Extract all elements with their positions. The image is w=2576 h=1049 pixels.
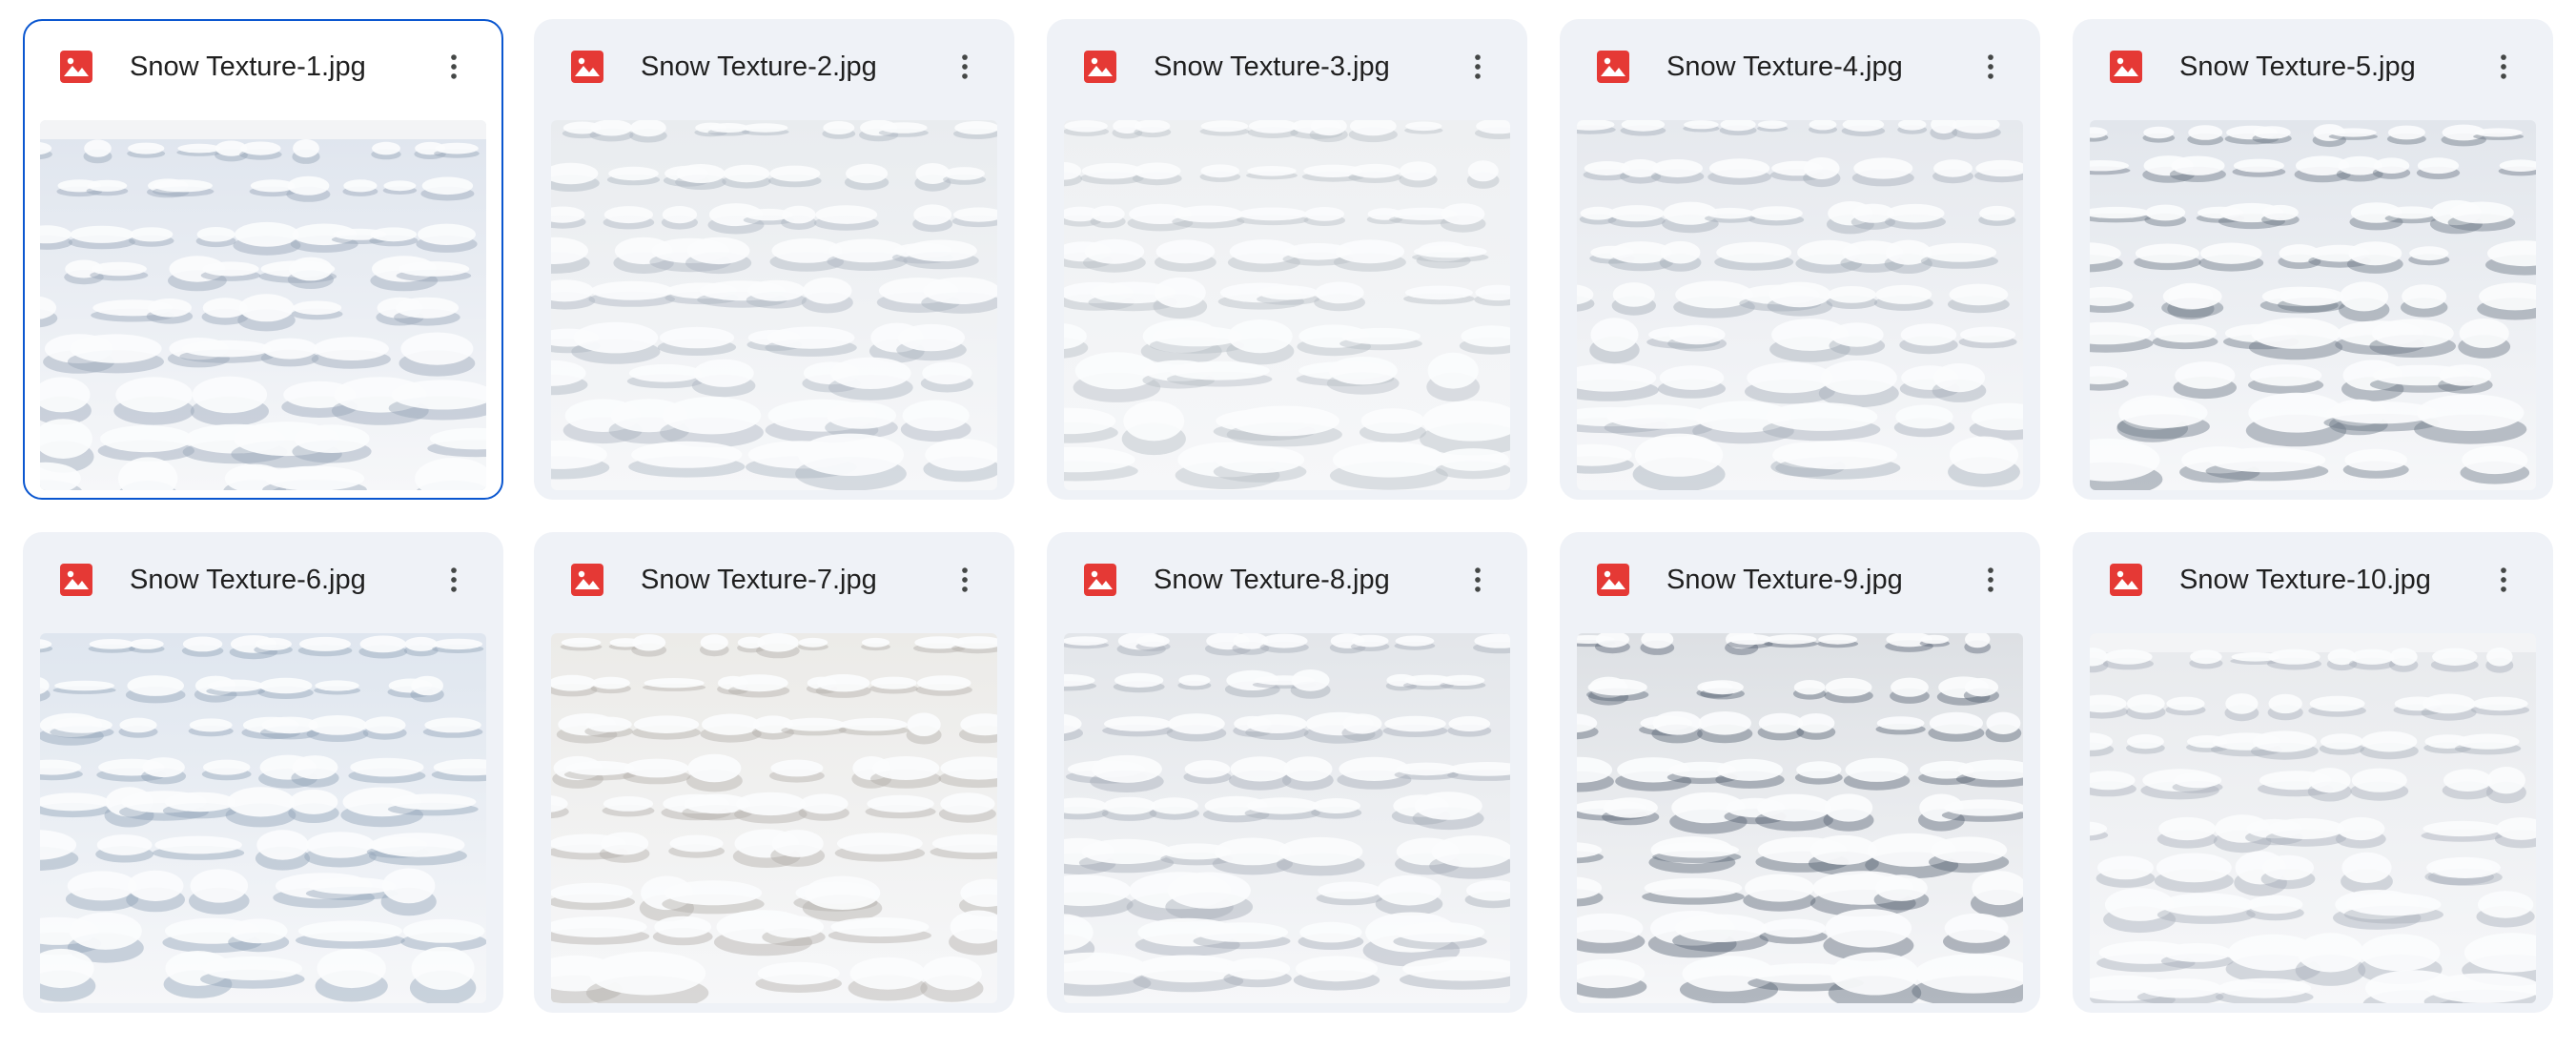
file-thumbnail[interactable] bbox=[2090, 120, 2536, 490]
file-card[interactable]: Snow Texture-2.jpg bbox=[534, 19, 1014, 500]
file-thumbnail[interactable] bbox=[40, 120, 486, 490]
image-file-icon bbox=[570, 50, 604, 84]
file-card-header: Snow Texture-7.jpg bbox=[534, 532, 1014, 620]
image-file-icon bbox=[59, 50, 93, 84]
more-vertical-icon[interactable] bbox=[2481, 44, 2526, 90]
file-card-header: Snow Texture-3.jpg bbox=[1047, 19, 1527, 107]
more-vertical-icon[interactable] bbox=[1968, 557, 2014, 603]
file-card[interactable]: Snow Texture-1.jpg bbox=[23, 19, 503, 500]
more-vertical-icon[interactable] bbox=[942, 557, 988, 603]
image-file-icon bbox=[1083, 50, 1117, 84]
file-card[interactable]: Snow Texture-8.jpg bbox=[1047, 532, 1527, 1013]
more-vertical-icon[interactable] bbox=[942, 44, 988, 90]
file-name: Snow Texture-3.jpg bbox=[1154, 51, 1390, 82]
file-thumbnail[interactable] bbox=[551, 120, 997, 490]
file-card-header: Snow Texture-2.jpg bbox=[534, 19, 1014, 107]
more-vertical-icon[interactable] bbox=[431, 557, 477, 603]
file-thumbnail[interactable] bbox=[1064, 120, 1510, 490]
image-file-icon bbox=[2109, 563, 2143, 597]
image-file-icon bbox=[570, 563, 604, 597]
file-card[interactable]: Snow Texture-5.jpg bbox=[2073, 19, 2553, 500]
file-card-header: Snow Texture-4.jpg bbox=[1560, 19, 2040, 107]
file-name: Snow Texture-9.jpg bbox=[1666, 565, 1903, 595]
file-card-header: Snow Texture-9.jpg bbox=[1560, 532, 2040, 620]
file-card[interactable]: Snow Texture-9.jpg bbox=[1560, 532, 2040, 1013]
file-name: Snow Texture-5.jpg bbox=[2179, 51, 2416, 82]
file-name: Snow Texture-7.jpg bbox=[641, 565, 877, 595]
more-vertical-icon[interactable] bbox=[1455, 44, 1501, 90]
file-card-header: Snow Texture-8.jpg bbox=[1047, 532, 1527, 620]
file-card[interactable]: Snow Texture-4.jpg bbox=[1560, 19, 2040, 500]
image-file-icon bbox=[1083, 563, 1117, 597]
file-thumbnail[interactable] bbox=[2090, 633, 2536, 1003]
more-vertical-icon[interactable] bbox=[431, 44, 477, 90]
file-card[interactable]: Snow Texture-6.jpg bbox=[23, 532, 503, 1013]
more-vertical-icon[interactable] bbox=[1968, 44, 2014, 90]
file-thumbnail[interactable] bbox=[1064, 633, 1510, 1003]
file-thumbnail[interactable] bbox=[1577, 633, 2023, 1003]
file-thumbnail[interactable] bbox=[1577, 120, 2023, 490]
file-card[interactable]: Snow Texture-10.jpg bbox=[2073, 532, 2553, 1013]
image-file-icon bbox=[1596, 563, 1630, 597]
file-name: Snow Texture-1.jpg bbox=[130, 51, 366, 82]
file-name: Snow Texture-2.jpg bbox=[641, 51, 877, 82]
file-thumbnail[interactable] bbox=[551, 633, 997, 1003]
file-card[interactable]: Snow Texture-7.jpg bbox=[534, 532, 1014, 1013]
file-card[interactable]: Snow Texture-3.jpg bbox=[1047, 19, 1527, 500]
file-name: Snow Texture-8.jpg bbox=[1154, 565, 1390, 595]
file-thumbnail[interactable] bbox=[40, 633, 486, 1003]
more-vertical-icon[interactable] bbox=[2481, 557, 2526, 603]
image-file-icon bbox=[1596, 50, 1630, 84]
file-grid: Snow Texture-1.jpg Snow Texture-2.jpg Sn… bbox=[0, 0, 2576, 1049]
file-name: Snow Texture-6.jpg bbox=[130, 565, 366, 595]
image-file-icon bbox=[59, 563, 93, 597]
file-card-header: Snow Texture-5.jpg bbox=[2073, 19, 2553, 107]
more-vertical-icon[interactable] bbox=[1455, 557, 1501, 603]
file-card-header: Snow Texture-10.jpg bbox=[2073, 532, 2553, 620]
file-card-header: Snow Texture-1.jpg bbox=[25, 21, 501, 109]
file-name: Snow Texture-4.jpg bbox=[1666, 51, 1903, 82]
image-file-icon bbox=[2109, 50, 2143, 84]
file-name: Snow Texture-10.jpg bbox=[2179, 565, 2431, 595]
file-card-header: Snow Texture-6.jpg bbox=[23, 532, 503, 620]
